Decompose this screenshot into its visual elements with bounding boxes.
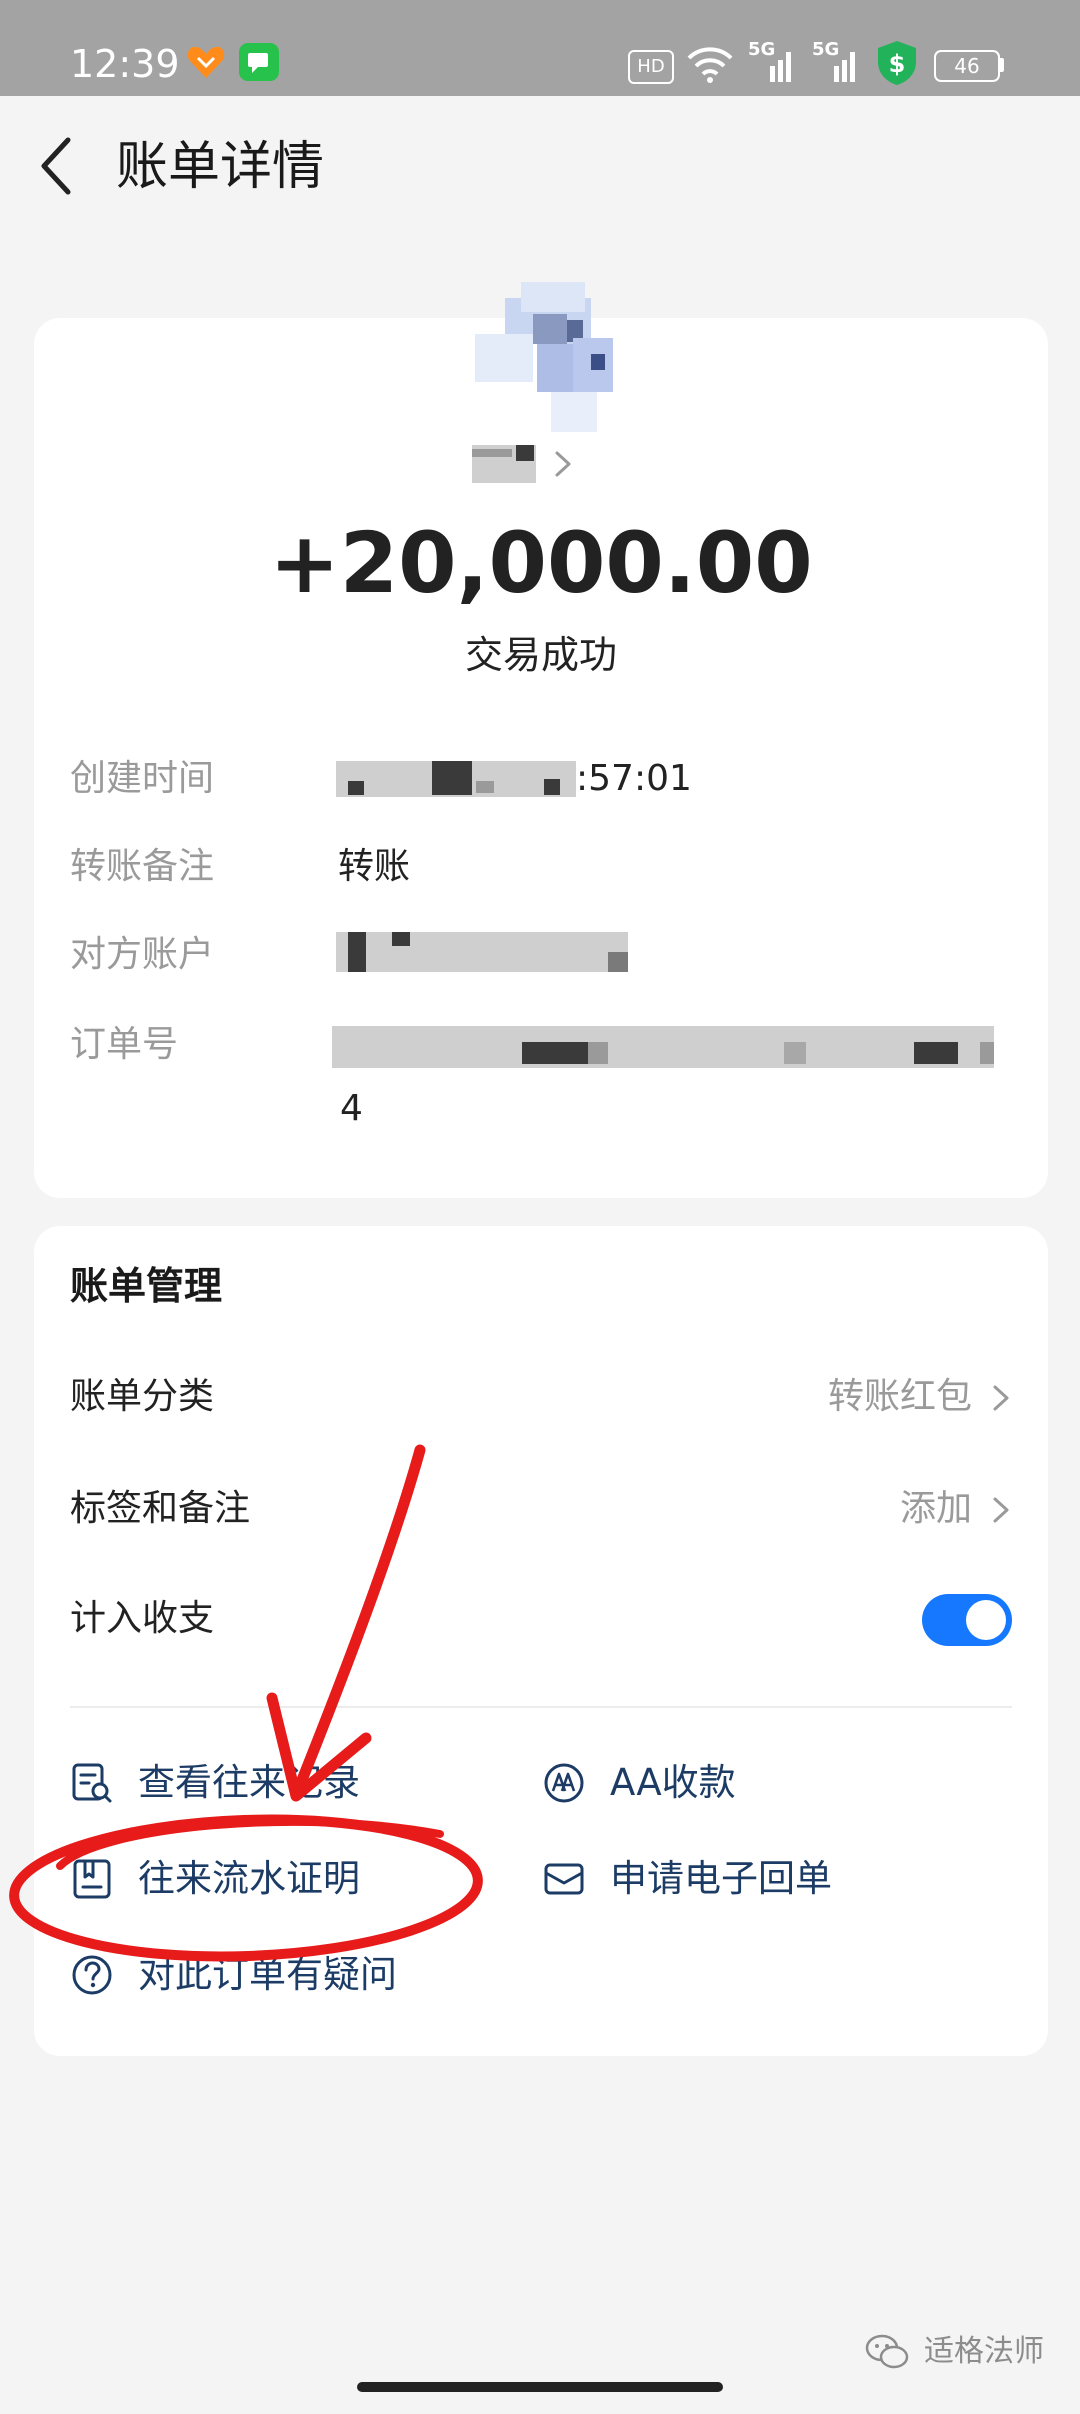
action-label: 往来流水证明	[138, 1857, 360, 1900]
hd-voice-icon: HD	[628, 50, 674, 84]
redacted-account	[336, 932, 628, 972]
home-indicator[interactable]	[357, 2382, 723, 2392]
action-label: 对此订单有疑问	[138, 1953, 397, 1996]
envelope-icon	[544, 1863, 584, 1895]
svg-text:$: $	[889, 50, 906, 78]
signal-icon	[834, 52, 855, 82]
transaction-amount: +20,000.00	[269, 514, 813, 612]
question-icon	[72, 1955, 112, 1995]
battery-tip	[999, 58, 1004, 72]
bill-management-card: 账单管理 账单分类 转账红包 标签和备注 添加 计入收支 查看往来记录 AA收款…	[34, 1226, 1048, 2056]
count-in-budget-toggle[interactable]	[922, 1594, 1012, 1646]
order-number-tail: 4	[340, 1088, 363, 1129]
action-label: AA收款	[610, 1761, 736, 1804]
status-bar: 12:39 HD 5G 5G $ 46	[0, 0, 1080, 96]
wechat-icon	[865, 2334, 909, 2369]
chevron-right-icon	[993, 1385, 1009, 1411]
divider	[70, 1706, 1012, 1708]
watermark-text: 适格法师	[924, 2334, 1044, 2369]
action-label: 申请电子回单	[610, 1857, 832, 1900]
status-time: 12:39	[70, 42, 180, 86]
detail-label-created-time: 创建时间	[70, 758, 215, 799]
action-order-question[interactable]: 对此订单有疑问	[70, 1940, 397, 2010]
redacted-payer-name	[472, 445, 536, 483]
row-count-in-budget: 计入收支	[34, 1574, 1048, 1664]
row-bill-category[interactable]: 账单分类 转账红包	[34, 1352, 1048, 1442]
payer-name[interactable]	[472, 438, 574, 490]
action-view-records[interactable]: 查看往来记录	[70, 1748, 360, 1818]
toggle-knob	[966, 1600, 1006, 1640]
aa-collect-icon	[544, 1763, 584, 1803]
row-label: 标签和备注	[70, 1488, 251, 1529]
chevron-left-icon[interactable]	[28, 126, 88, 206]
signal-icon	[770, 52, 791, 82]
action-label: 查看往来记录	[138, 1761, 360, 1804]
row-value: 转账红包	[827, 1376, 972, 1417]
shield-dollar-icon: $	[878, 41, 916, 85]
transaction-summary-card: +20,000.00 交易成功 创建时间 :57:01 转账备注 转账 对方账户…	[34, 282, 1048, 1198]
watermark: 适格法师	[864, 2332, 1044, 2372]
detail-value-counterparty-account	[336, 932, 628, 972]
detail-value-created-time: :57:01	[336, 754, 692, 804]
app-header: 账单详情	[0, 96, 1080, 246]
chevron-right-icon	[993, 1497, 1009, 1523]
detail-value-order-number	[332, 1026, 994, 1068]
battery-icon: 46	[934, 50, 1000, 82]
chevron-right-icon	[555, 451, 571, 477]
section-title: 账单管理	[70, 1264, 223, 1308]
detail-value-transfer-note: 转账	[338, 846, 411, 887]
message-app-icon	[239, 43, 279, 81]
row-label: 账单分类	[70, 1376, 215, 1417]
detail-label-order-number: 订单号	[70, 1024, 179, 1065]
avatar[interactable]	[475, 280, 635, 440]
redacted-order-number	[332, 1026, 994, 1068]
page-title: 账单详情	[116, 137, 325, 197]
heart-app-icon	[187, 46, 225, 78]
transaction-status: 交易成功	[464, 633, 617, 677]
battery-level: 46	[954, 54, 980, 78]
wifi-icon	[687, 47, 733, 83]
detail-label-counterparty-account: 对方账户	[70, 934, 215, 975]
row-value: 添加	[899, 1488, 972, 1529]
row-label: 计入收支	[70, 1598, 215, 1639]
row-tags-notes[interactable]: 标签和备注 添加	[34, 1464, 1048, 1554]
action-apply-e-receipt[interactable]: 申请电子回单	[542, 1844, 832, 1914]
statement-proof-icon	[73, 1859, 111, 1899]
record-search-icon	[72, 1763, 112, 1803]
created-time-suffix: :57:01	[576, 758, 692, 799]
action-statement-proof[interactable]: 往来流水证明	[70, 1844, 360, 1914]
redacted-date	[336, 761, 576, 797]
detail-label-transfer-note: 转账备注	[70, 846, 215, 887]
action-aa-collect[interactable]: AA收款	[542, 1748, 736, 1818]
